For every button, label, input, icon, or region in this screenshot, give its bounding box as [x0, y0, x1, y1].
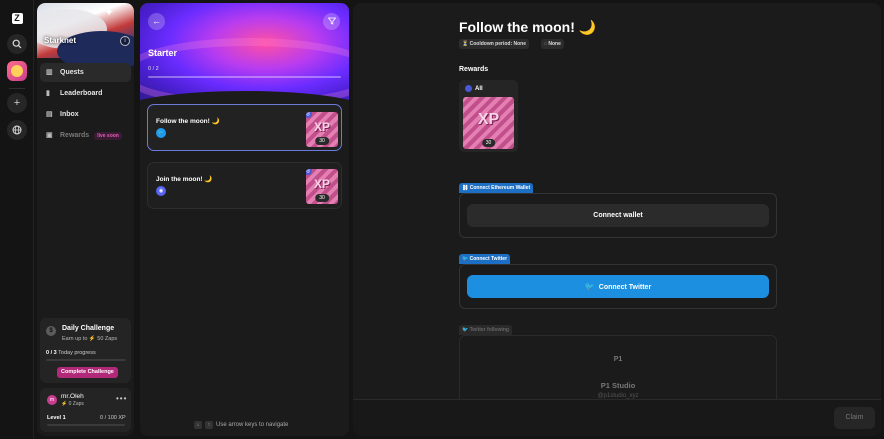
p1-logo: P1: [613, 356, 623, 363]
user-xp: 0 / 100 XP: [100, 415, 126, 421]
arrow-up-key: ↑: [205, 421, 213, 429]
ethereum-task-tag: ⛓ Connect Ethereum Wallet: [459, 183, 534, 193]
user-zaps: ⚡ 0 Zaps: [61, 401, 84, 407]
quest-progress-bar: [148, 76, 341, 78]
community-banner: ✦: [37, 3, 134, 71]
daily-title: Daily Challenge: [62, 325, 115, 332]
claim-button[interactable]: Claim: [834, 407, 875, 429]
filter-icon[interactable]: [323, 13, 340, 30]
connect-twitter-button[interactable]: 🐦 Connect Twitter: [467, 275, 769, 298]
sidebar-nav: ▥ Quests ▮ Leaderboard ▤ Inbox ▣ Rewards…: [40, 63, 131, 147]
recurrence-badge: ◌ None: [541, 39, 564, 49]
connect-wallet-button[interactable]: Connect wallet: [467, 204, 769, 227]
daily-progress-bar: [46, 359, 126, 361]
bar-chart-icon: ▮: [46, 89, 50, 97]
moon-icon: [11, 65, 23, 77]
twitter-task: 🐦 Connect Twitter: [459, 264, 777, 309]
sidebar-item-label: Quests: [60, 69, 84, 76]
quest-detail: Follow the moon! 🌙 ⏳ Cooldown period: No…: [353, 3, 881, 436]
quest-title: Follow the moon! 🌙: [156, 118, 220, 125]
complete-challenge-button[interactable]: Complete Challenge: [57, 367, 118, 378]
quest-card[interactable]: Follow the moon! 🌙 🐦 ◎ XP 30: [147, 104, 342, 151]
daily-challenge-card: $ Daily Challenge Earn up to ⚡ 50 Zaps 0…: [40, 318, 131, 383]
account-name: P1 Studio: [600, 381, 636, 390]
search-icon[interactable]: [7, 34, 27, 54]
quest-progress: 0 / 2: [148, 66, 159, 72]
user-card[interactable]: m mr.Oleh ⚡ 0 Zaps ••• Level 1 0 / 100 X…: [40, 388, 131, 432]
detail-footer: [353, 399, 881, 436]
quest-title: Join the moon! 🌙: [156, 176, 213, 183]
globe-icon: [465, 85, 472, 92]
community-sidebar: ✦ Starknet i ▥ Quests ▮ Leaderboard ▤ In…: [37, 3, 134, 436]
daily-subtitle: Earn up to ⚡ 50 Zaps: [62, 336, 118, 342]
quests-panel: ← Starter 0 / 2 Follow the moon! 🌙 🐦 ◎ X…: [140, 3, 349, 436]
user-level: Level 1: [47, 415, 66, 421]
quest-group-title: Starter: [148, 48, 178, 58]
community-name: Starknet: [44, 36, 77, 45]
star-icon: ✦: [104, 5, 115, 19]
gift-icon: ▣: [46, 131, 53, 139]
globe-icon[interactable]: [7, 120, 27, 140]
ethereum-task: Connect wallet: [459, 193, 777, 238]
add-community-button[interactable]: +: [7, 93, 27, 113]
twitter-task-tag: 🐦 Connect Twitter: [459, 254, 511, 264]
xp-reward: ◎ XP 30: [306, 112, 338, 147]
page-title: Follow the moon! 🌙: [459, 19, 597, 35]
reward-scope: All: [475, 86, 483, 93]
sidebar-item-inbox[interactable]: ▤ Inbox: [40, 105, 131, 124]
keyboard-hint: ↓ ↑ Use arrow keys to navigate: [194, 421, 288, 429]
twitter-icon: 🐦: [584, 282, 595, 291]
app-logo[interactable]: Z: [7, 8, 27, 28]
rewards-label: Rewards: [459, 66, 489, 73]
avatar: m: [47, 395, 57, 405]
quest-card[interactable]: Join the moon! 🌙 ◉ ◎ XP 30: [147, 162, 342, 209]
twitter-following-tag: 🐦 Twitter following: [459, 325, 512, 335]
username: mr.Oleh: [61, 393, 84, 400]
arrow-down-key: ↓: [194, 421, 202, 429]
discord-icon: ◉: [156, 186, 166, 196]
live-soon-badge: live soon: [94, 131, 122, 140]
grid-icon: ▥: [46, 68, 53, 76]
reward-card: All XP 30: [459, 80, 518, 152]
cooldown-badge: ⏳ Cooldown period: None: [459, 39, 529, 49]
sidebar-item-label: Rewards: [60, 132, 90, 139]
inbox-icon: ▤: [46, 110, 53, 118]
back-button[interactable]: ←: [148, 13, 165, 30]
community-avatar[interactable]: [7, 61, 27, 81]
sidebar-item-label: Inbox: [60, 111, 79, 118]
app-rail: Z +: [0, 0, 34, 439]
sidebar-item-label: Leaderboard: [60, 90, 103, 97]
sidebar-item-quests[interactable]: ▥ Quests: [40, 63, 131, 82]
rail-divider: [9, 88, 25, 89]
coin-icon: $: [46, 326, 56, 336]
xp-progress-bar: [47, 424, 125, 426]
globe-icon: ◎: [306, 169, 312, 175]
user-menu-button[interactable]: •••: [116, 394, 127, 403]
daily-progress: 0 / 3 Today progress: [46, 350, 96, 356]
sidebar-item-rewards[interactable]: ▣ Rewards live soon: [40, 126, 131, 145]
xp-reward: ◎ XP 30: [306, 169, 338, 204]
xp-reward: XP 30: [463, 97, 514, 149]
info-icon[interactable]: i: [120, 36, 130, 46]
globe-icon: ◎: [306, 112, 312, 118]
twitter-icon: 🐦: [156, 128, 166, 138]
sidebar-item-leaderboard[interactable]: ▮ Leaderboard: [40, 84, 131, 103]
